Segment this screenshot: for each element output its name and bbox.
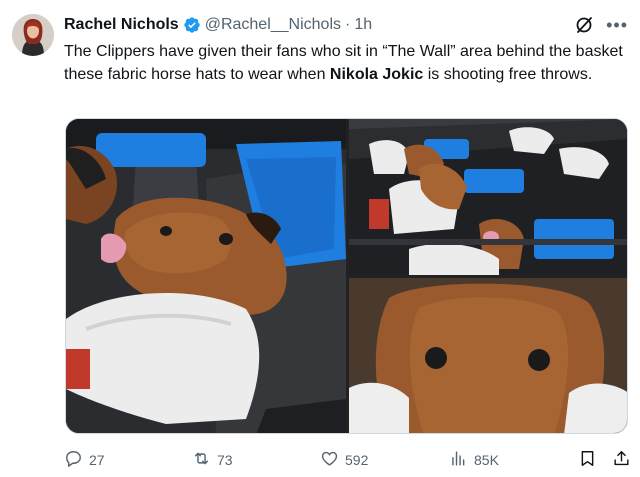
grok-icon[interactable]	[574, 15, 594, 35]
verified-badge-icon	[183, 16, 201, 34]
timestamp[interactable]: 1h	[354, 16, 372, 34]
bookmark-button[interactable]	[578, 449, 597, 471]
like-icon	[320, 449, 339, 471]
tweet-text: The Clippers have given their fans who s…	[64, 40, 630, 86]
views-icon	[449, 449, 468, 471]
media-grid	[65, 118, 628, 434]
tweet-text-mention[interactable]: Nikola Jokic	[330, 66, 423, 83]
separator: ·	[345, 16, 351, 33]
avatar[interactable]	[12, 14, 54, 56]
action-bar: 27 73 592 85K	[64, 446, 630, 474]
media-photo-2[interactable]	[349, 119, 627, 275]
tweet-header: Rachel Nichols @Rachel__Nichols · 1h •••	[64, 14, 628, 36]
media-photo-3[interactable]	[349, 278, 627, 433]
author-name[interactable]: Rachel Nichols	[64, 16, 179, 34]
share-icon	[612, 449, 631, 471]
views-count: 85K	[474, 452, 499, 468]
header-actions: •••	[574, 14, 628, 36]
like-button[interactable]: 592	[320, 449, 368, 471]
bookmark-icon	[578, 449, 597, 471]
author-handle[interactable]: @Rachel__Nichols	[205, 16, 341, 34]
views-button[interactable]: 85K	[449, 449, 499, 471]
more-icon[interactable]: •••	[606, 16, 628, 34]
media-photo-1[interactable]	[66, 119, 346, 433]
share-button[interactable]	[612, 449, 631, 471]
reply-icon	[64, 449, 83, 471]
reply-count: 27	[89, 452, 105, 468]
repost-icon	[192, 449, 211, 471]
repost-count: 73	[217, 452, 233, 468]
repost-button[interactable]: 73	[192, 449, 233, 471]
like-count: 592	[345, 452, 369, 468]
tweet-text-part2: is shooting free throws.	[423, 66, 593, 83]
reply-button[interactable]: 27	[64, 449, 105, 471]
